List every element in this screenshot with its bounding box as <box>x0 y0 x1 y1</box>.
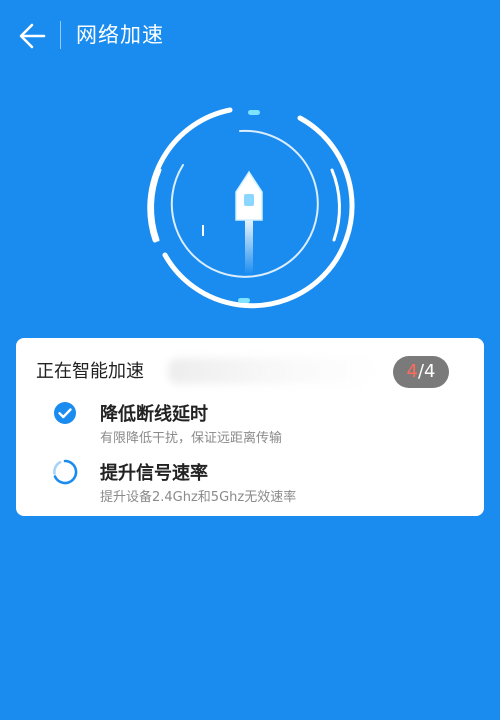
header-bar: 网络加速 <box>0 0 500 72</box>
acceleration-radar <box>147 107 355 309</box>
page-title: 网络加速 <box>76 23 164 47</box>
rocket-trail <box>245 220 253 275</box>
progress-badge: 4/4 <box>393 356 449 388</box>
task-desc: 有限降低干扰，保证远距离传输 <box>100 431 283 446</box>
top-marker <box>248 110 260 115</box>
task-name: 降低断线延时 <box>100 404 208 425</box>
blurred-network-name <box>168 358 378 384</box>
arrow-left-icon <box>19 23 46 49</box>
bottom-marker <box>238 298 250 303</box>
side-arc-right <box>330 168 341 242</box>
header-divider <box>60 21 61 49</box>
check-circle-icon <box>54 402 76 424</box>
progress-current: 4 <box>406 361 418 382</box>
outer-ring-arc-left <box>147 107 233 243</box>
status-title: 正在智能加速 <box>36 361 144 382</box>
spinner-icon <box>53 459 78 485</box>
progress-total: /4 <box>417 361 436 382</box>
back-button[interactable] <box>14 18 50 54</box>
task-name: 提升信号速率 <box>100 463 208 484</box>
task-desc: 提升设备2.4Ghz和5Ghz无效速率 <box>100 490 297 505</box>
